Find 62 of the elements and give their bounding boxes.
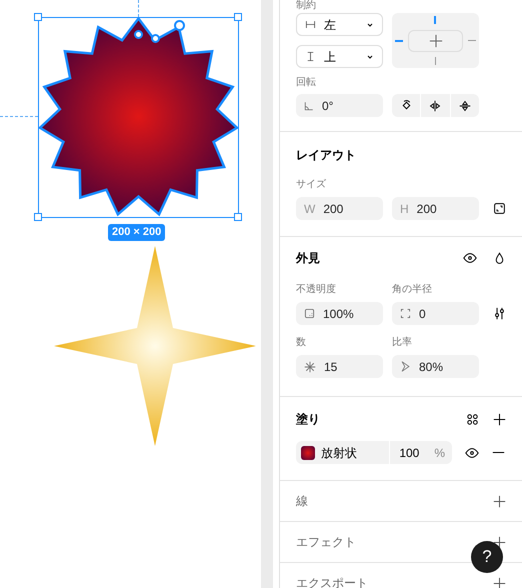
width-field[interactable]: W 200: [296, 197, 383, 220]
asterisk-icon: [304, 360, 316, 372]
plus-icon[interactable]: [493, 576, 506, 588]
percent-unit: %: [434, 444, 445, 462]
plus-icon[interactable]: [493, 412, 506, 426]
plus-icon[interactable]: [493, 536, 506, 548]
rotate-button[interactable]: [392, 94, 420, 117]
plus-icon[interactable]: [493, 494, 506, 508]
corner-icon: [400, 308, 411, 319]
resize-handle[interactable]: [234, 13, 242, 21]
opacity-field[interactable]: 100%: [296, 302, 383, 325]
resize-handle[interactable]: [34, 213, 42, 221]
height-field[interactable]: H 200: [392, 197, 479, 220]
rotation-field[interactable]: 0°: [296, 94, 383, 117]
section-title: エフェクト: [296, 534, 357, 551]
eye-icon[interactable]: [463, 251, 477, 265]
section-title: レイアウト: [296, 147, 357, 164]
section-label: 制約: [296, 1, 317, 11]
help-button[interactable]: ?: [471, 541, 503, 573]
size-label: 200 × 200: [108, 224, 166, 241]
horizontal-constraint-dropdown[interactable]: 左: [296, 13, 383, 36]
chevron-down-icon: [366, 20, 374, 28]
section-title: 外見: [296, 250, 321, 267]
resize-handle[interactable]: [234, 213, 242, 221]
field-label: 不透明度: [296, 285, 337, 295]
count-field[interactable]: 15: [296, 355, 383, 378]
guide-line: [138, 0, 139, 17]
section-title: 塗り: [296, 411, 321, 428]
styles-icon[interactable]: [466, 412, 479, 426]
vertical-span-icon: [305, 51, 316, 62]
angle-icon: [304, 100, 314, 110]
fill-field[interactable]: 放射状 100 %: [296, 441, 452, 464]
fill-type: 放射状: [321, 444, 358, 462]
flip-horizontal-button[interactable]: [421, 94, 450, 117]
eye-icon[interactable]: [465, 446, 479, 460]
selected-star-shape[interactable]: [38, 17, 239, 218]
ratio-field[interactable]: 80%: [392, 355, 479, 378]
flip-vertical-icon: [458, 100, 471, 112]
fill-opacity[interactable]: 100: [399, 444, 426, 462]
drop-icon[interactable]: [493, 252, 506, 264]
flip-horizontal-icon: [429, 100, 442, 112]
corner-radius-field[interactable]: 0: [392, 302, 479, 325]
resize-handle[interactable]: [34, 13, 42, 21]
section-label: 回転: [296, 78, 317, 88]
plus-icon: [428, 34, 442, 48]
flip-vertical-button[interactable]: [450, 94, 479, 117]
horizontal-span-icon: [305, 19, 316, 30]
field-label: 角の半径: [392, 285, 432, 295]
vertical-constraint-dropdown[interactable]: 上: [296, 45, 383, 68]
star-shape[interactable]: [54, 246, 256, 446]
chevron-down-icon: [366, 52, 374, 60]
opacity-icon: [304, 308, 315, 319]
ratio-icon: [400, 361, 411, 372]
guide-line: [0, 116, 38, 117]
field-label: サイズ: [296, 180, 327, 190]
field-label: 数: [296, 338, 307, 348]
section-title: 線: [296, 493, 309, 510]
sliders-icon[interactable]: [493, 307, 506, 320]
field-label: 比率: [392, 338, 412, 348]
resize-icon[interactable]: [493, 202, 506, 215]
gradient-swatch[interactable]: [301, 446, 315, 460]
count-handle[interactable]: [174, 20, 185, 31]
